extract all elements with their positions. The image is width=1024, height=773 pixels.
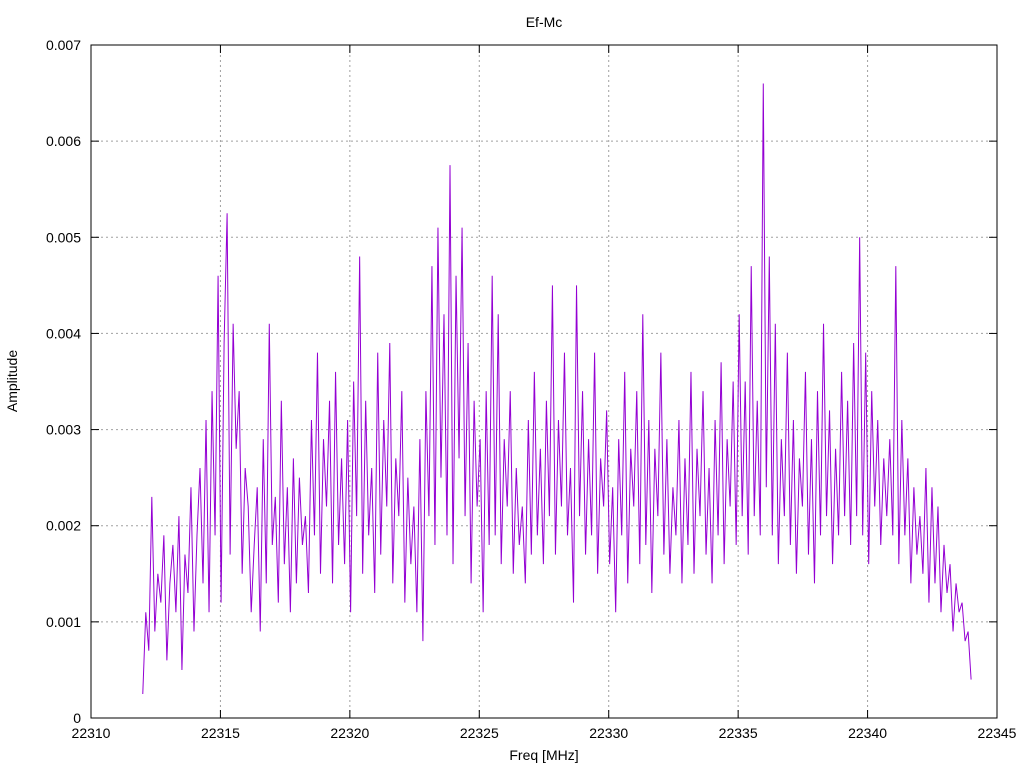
chart-title: Ef-Mc	[526, 14, 563, 30]
ticks: 22310 22315 22320 22325 22330 22335 22340 22345…	[46, 37, 1017, 741]
y-tick-label: 0.001	[46, 614, 81, 630]
y-tick-label: 0.006	[46, 133, 81, 149]
y-axis-label: Amplitude	[4, 350, 20, 412]
chart: 22310 22315 22320 22325 22330 22335 22340 22345…	[0, 0, 1024, 768]
x-axis-label: Freq [MHz]	[509, 747, 578, 763]
y-tick-label: 0.004	[46, 325, 81, 341]
x-tick-label: 22345	[978, 725, 1017, 741]
x-tick-label: 22330	[589, 725, 628, 741]
y-tick-label: 0.007	[46, 37, 81, 53]
x-tick-label: 22320	[330, 725, 369, 741]
y-tick-label: 0.005	[46, 229, 81, 245]
x-tick-label: 22310	[72, 725, 111, 741]
y-tick-label: 0	[73, 710, 81, 726]
series-line	[142, 83, 972, 694]
x-tick-label: 22335	[719, 725, 758, 741]
y-tick-label: 0.003	[46, 422, 81, 438]
x-tick-label: 22315	[201, 725, 240, 741]
y-tick-label: 0.002	[46, 518, 81, 534]
line-chart: 22310 22315 22320 22325 22330 22335 22340 22345…	[4, 14, 1017, 763]
series-layer	[142, 83, 972, 694]
x-tick-label: 22325	[460, 725, 499, 741]
x-tick-label: 22340	[848, 725, 887, 741]
